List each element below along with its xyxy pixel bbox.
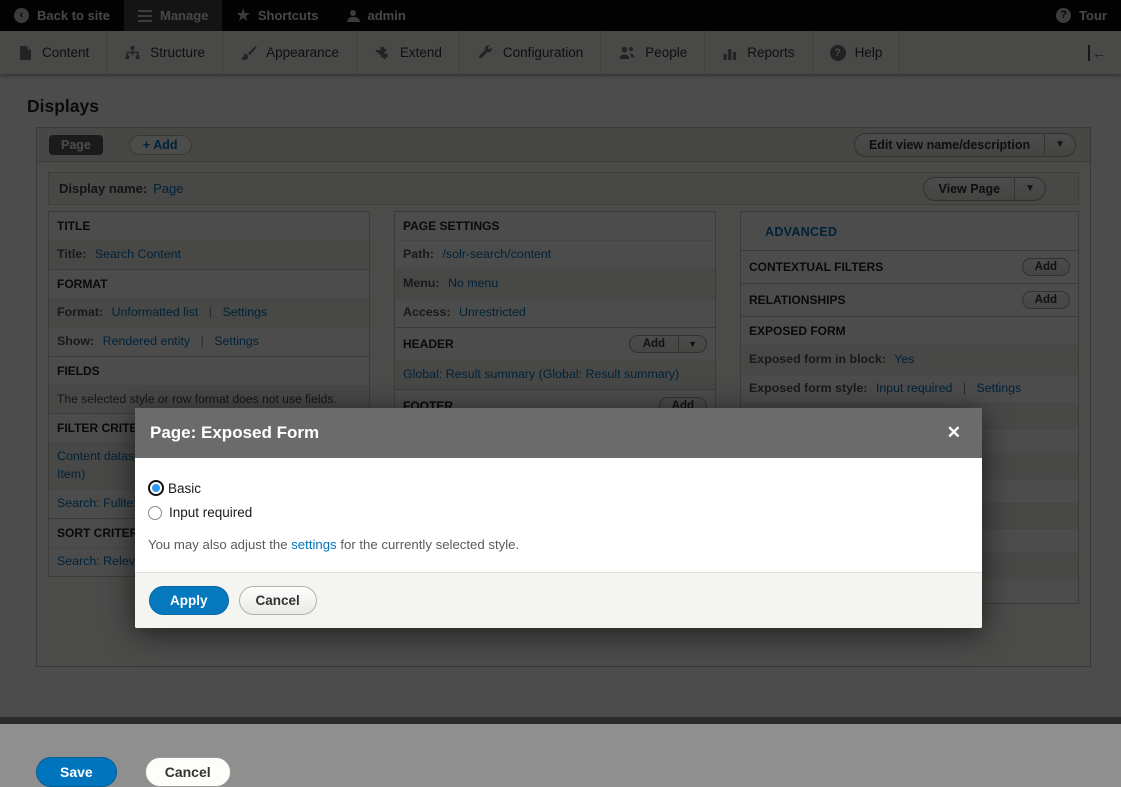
dialog-title: Page: Exposed Form bbox=[150, 423, 319, 443]
option-input-required-label: Input required bbox=[169, 505, 252, 520]
option-input-required[interactable]: Input required bbox=[148, 505, 968, 520]
radio-selected-icon[interactable] bbox=[150, 482, 162, 494]
form-actions: Save Cancel bbox=[36, 757, 231, 787]
exposed-form-dialog: Page: Exposed Form ✕ Basic Input require… bbox=[135, 408, 982, 628]
option-basic-label: Basic bbox=[168, 481, 201, 496]
radio-unselected-icon[interactable] bbox=[148, 506, 162, 520]
dialog-body: Basic Input required You may also adjust… bbox=[135, 458, 982, 572]
dialog-buttonpane: Apply Cancel bbox=[135, 572, 982, 628]
option-basic[interactable]: Basic bbox=[148, 480, 968, 496]
settings-link[interactable]: settings bbox=[291, 537, 336, 552]
dialog-titlebar: Page: Exposed Form ✕ bbox=[135, 408, 982, 458]
dialog-cancel-button[interactable]: Cancel bbox=[239, 586, 317, 615]
apply-button[interactable]: Apply bbox=[149, 586, 229, 615]
cancel-button[interactable]: Cancel bbox=[145, 757, 231, 787]
dialog-note: You may also adjust the settings for the… bbox=[148, 537, 968, 552]
save-button[interactable]: Save bbox=[36, 757, 117, 787]
close-icon[interactable]: ✕ bbox=[941, 421, 967, 445]
